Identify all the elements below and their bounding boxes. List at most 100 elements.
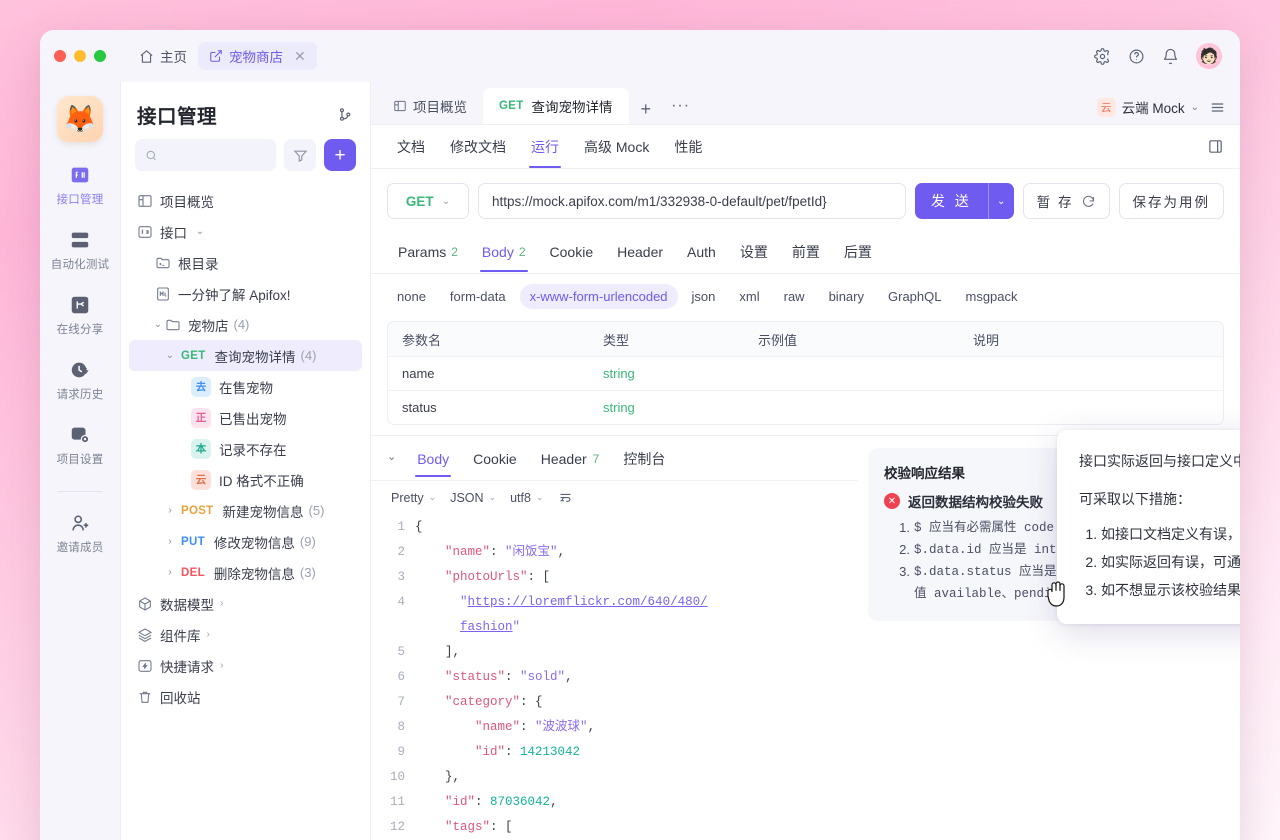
tree-node-data-model[interactable]: 数据模型 ›: [129, 588, 362, 619]
chevron-right-icon[interactable]: ›: [220, 598, 223, 609]
body-type-msgpack[interactable]: msgpack: [955, 284, 1027, 309]
tab-advanced-mock[interactable]: 高级 Mock: [574, 126, 659, 167]
window-controls[interactable]: [54, 50, 106, 62]
avatar[interactable]: 🧑🏻: [1196, 43, 1222, 69]
body-type-form-data[interactable]: form-data: [440, 284, 516, 309]
tab-post-script[interactable]: 后置: [833, 235, 883, 273]
chevron-right-icon[interactable]: ›: [163, 536, 177, 547]
new-tab-button[interactable]: +: [629, 99, 664, 124]
rail-item-invite-member[interactable]: 邀请成员: [40, 512, 120, 555]
tree-node-recycle-bin[interactable]: 回收站: [129, 681, 362, 712]
close-window-button[interactable]: [54, 50, 66, 62]
rail-item-online-share[interactable]: 在线分享: [40, 294, 120, 337]
body-type-urlencoded[interactable]: x-www-form-urlencoded: [520, 284, 678, 309]
chevron-right-icon[interactable]: ›: [163, 505, 177, 516]
maximize-window-button[interactable]: [94, 50, 106, 62]
rail-item-project-settings[interactable]: 项目设置: [40, 424, 120, 467]
chevron-right-icon[interactable]: ›: [207, 629, 210, 640]
tab-header[interactable]: Header: [606, 237, 674, 271]
code-token[interactable]: https://loremflickr.com/640/480/: [468, 595, 708, 609]
tree-node-case[interactable]: 正 已售出宠物: [129, 402, 362, 433]
tree-node-quick-request[interactable]: 快捷请求 ›: [129, 650, 362, 681]
tab-project-overview[interactable]: 项目概览: [377, 88, 483, 124]
gear-icon[interactable]: [1094, 48, 1111, 65]
tab-query-pet-detail[interactable]: GET 查询宠物详情: [483, 88, 629, 124]
tab-response-cookie[interactable]: Cookie: [462, 444, 528, 478]
rail-item-automation-test[interactable]: 自动化测试: [40, 229, 120, 272]
tab-edit-doc[interactable]: 修改文档: [440, 126, 516, 167]
tab-response-header[interactable]: Header 7: [530, 444, 611, 478]
send-options-button[interactable]: ⌄: [988, 183, 1014, 219]
tab-body[interactable]: Body 2: [471, 237, 537, 271]
filter-button[interactable]: [284, 139, 316, 171]
chevron-down-icon[interactable]: ⌄: [163, 350, 177, 361]
chevron-down-icon[interactable]: ⌄: [151, 319, 165, 330]
chevron-right-icon[interactable]: ›: [220, 660, 223, 671]
body-type-xml[interactable]: xml: [729, 284, 769, 309]
method-select[interactable]: GET ⌄: [387, 183, 469, 219]
pretty-select[interactable]: Pretty ⌄: [391, 491, 436, 505]
close-tab-icon[interactable]: ✕: [294, 48, 306, 65]
hamburger-icon[interactable]: [1209, 99, 1226, 116]
tab-params[interactable]: Params 2: [387, 237, 469, 271]
tab-response-console[interactable]: 控制台: [612, 442, 676, 480]
send-button-group[interactable]: 发 送 ⌄: [915, 183, 1014, 219]
tree-node-api[interactable]: 接口 ⌄: [129, 216, 362, 247]
tab-settings[interactable]: 设置: [729, 235, 779, 273]
tree-node-post[interactable]: › POST 新建宠物信息 (5): [129, 495, 362, 526]
tree-node-case[interactable]: 本 记录不存在: [129, 433, 362, 464]
format-select[interactable]: JSON ⌄: [450, 491, 496, 505]
search-box[interactable]: [135, 139, 276, 171]
tree-node-pet-store[interactable]: ⌄ 宠物店 (4): [129, 309, 362, 340]
body-type-none[interactable]: none: [387, 284, 436, 309]
encoding-select[interactable]: utf8 ⌄: [510, 491, 543, 505]
save-draft-button[interactable]: 暂 存: [1023, 183, 1110, 219]
url-input[interactable]: https://mock.apifox.com/m1/332938-0-defa…: [478, 183, 906, 219]
table-row[interactable]: status string: [388, 390, 1223, 424]
tree-node-root-folder[interactable]: 根目录: [129, 247, 362, 278]
chevron-down-icon[interactable]: ⌄: [193, 226, 207, 237]
table-row[interactable]: name string: [388, 356, 1223, 390]
code-token[interactable]: fashion: [460, 620, 513, 634]
help-icon[interactable]: [1128, 48, 1145, 65]
minimize-window-button[interactable]: [74, 50, 86, 62]
collapse-response-icon[interactable]: ⌄: [381, 450, 404, 473]
rail-item-api-management[interactable]: 接口管理: [40, 164, 120, 207]
tab-response-body[interactable]: Body: [406, 444, 460, 478]
tabs-more-button[interactable]: ···: [663, 97, 698, 124]
tab-performance[interactable]: 性能: [664, 126, 712, 167]
home-tab[interactable]: 主页: [128, 42, 198, 70]
branch-icon[interactable]: [337, 106, 354, 123]
tab-run[interactable]: 运行: [521, 126, 569, 167]
tab-pre-script[interactable]: 前置: [781, 235, 831, 273]
tree-node-case[interactable]: 去 在售宠物: [129, 371, 362, 402]
body-type-graphql[interactable]: GraphQL: [878, 284, 951, 309]
tree-node-selected-get[interactable]: ⌄ GET 查询宠物详情 (4): [129, 340, 362, 371]
tree-node-case[interactable]: 云 ID 格式不正确: [129, 464, 362, 495]
add-button[interactable]: +: [324, 139, 356, 171]
search-input[interactable]: [165, 148, 266, 163]
chevron-right-icon[interactable]: ›: [163, 567, 177, 578]
tab-auth[interactable]: Auth: [676, 237, 727, 271]
tree-node-put[interactable]: › PUT 修改宠物信息 (9): [129, 526, 362, 557]
rail-item-request-history[interactable]: 请求历史: [40, 359, 120, 402]
body-type-binary[interactable]: binary: [819, 284, 874, 309]
body-type-raw[interactable]: raw: [774, 284, 815, 309]
tab-doc[interactable]: 文档: [387, 126, 435, 167]
tree-node-overview[interactable]: 项目概览: [129, 185, 362, 216]
bell-icon[interactable]: [1162, 48, 1179, 65]
wrap-lines-icon[interactable]: [558, 490, 573, 505]
save-as-case-button[interactable]: 保存为用例: [1119, 183, 1225, 219]
chevron-down-icon[interactable]: ⌄: [1191, 102, 1199, 113]
refresh-icon[interactable]: [1081, 194, 1096, 209]
tree-node-apifox-intro[interactable]: 一分钟了解 Apifox!: [129, 278, 362, 309]
project-tab[interactable]: 宠物商店 ✕: [198, 42, 317, 70]
response-code-viewer[interactable]: 1{2 "name": "闲饭宝",3 "photoUrls": [4 "htt…: [371, 513, 858, 840]
body-type-json[interactable]: json: [682, 284, 726, 309]
tab-cookie[interactable]: Cookie: [539, 237, 605, 271]
tree-node-delete[interactable]: › DEL 删除宠物信息 (3): [129, 557, 362, 588]
environment-selector[interactable]: 云 云端 Mock ⌄: [1097, 97, 1199, 117]
panel-toggle-icon[interactable]: [1207, 138, 1224, 155]
send-button[interactable]: 发 送: [915, 183, 988, 219]
tree-node-component-library[interactable]: 组件库 ›: [129, 619, 362, 650]
